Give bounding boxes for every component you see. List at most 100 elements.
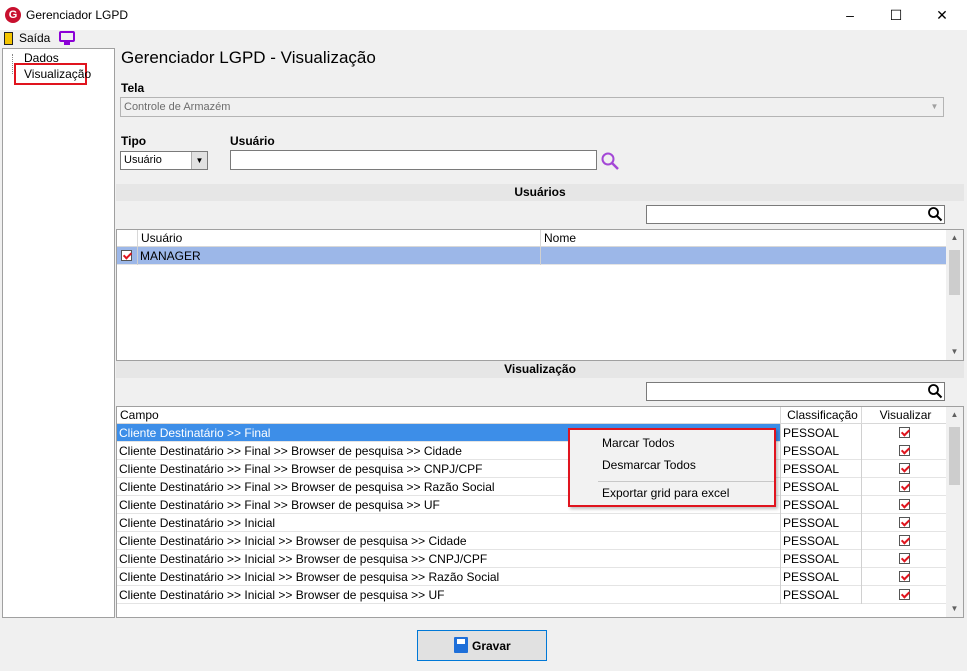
campo-cell[interactable]: Cliente Destinatário >> Inicial >> Brows… bbox=[117, 550, 781, 568]
tree-item-visualizacao[interactable]: Visualização bbox=[14, 63, 91, 85]
tree-connector bbox=[12, 54, 13, 74]
menu-separator bbox=[598, 481, 774, 482]
visualizar-checkbox[interactable] bbox=[862, 532, 946, 550]
table-row[interactable]: Cliente Destinatário >> Final >> Browser… bbox=[117, 496, 946, 514]
nome-cell[interactable] bbox=[541, 247, 946, 265]
visualizar-checkbox[interactable] bbox=[862, 496, 946, 514]
visualizar-checkbox[interactable] bbox=[862, 586, 946, 604]
column-header-visualizar[interactable]: Visualizar bbox=[862, 407, 946, 424]
classificacao-cell[interactable]: PESSOAL bbox=[781, 424, 862, 442]
column-header-classificacao[interactable]: Classificação bbox=[781, 407, 862, 424]
context-menu: Marcar Todos Desmarcar Todos Exportar gr… bbox=[568, 428, 776, 507]
checkbox-checked-icon[interactable] bbox=[898, 481, 910, 492]
checkbox-checked-icon[interactable] bbox=[898, 427, 910, 438]
visualizar-checkbox[interactable] bbox=[862, 424, 946, 442]
exit-door-icon[interactable] bbox=[4, 32, 13, 45]
usuario-input[interactable] bbox=[230, 150, 597, 170]
visualizar-checkbox[interactable] bbox=[862, 514, 946, 532]
classificacao-cell[interactable]: PESSOAL bbox=[781, 460, 862, 478]
campo-cell[interactable]: Cliente Destinatário >> Inicial >> Brows… bbox=[117, 586, 781, 604]
checkbox-checked-icon[interactable] bbox=[898, 499, 910, 510]
scroll-down-icon[interactable]: ▼ bbox=[946, 344, 963, 360]
table-row[interactable]: Cliente Destinatário >> Inicial PESSOAL bbox=[117, 514, 946, 532]
window-title: Gerenciador LGPD bbox=[26, 8, 129, 22]
table-row[interactable]: Cliente Destinatário >> Inicial >> Brows… bbox=[117, 586, 946, 604]
column-header-nome[interactable]: Nome bbox=[541, 230, 946, 247]
usuarios-filter-input[interactable] bbox=[646, 205, 945, 224]
classificacao-cell[interactable]: PESSOAL bbox=[781, 478, 862, 496]
classificacao-cell[interactable]: PESSOAL bbox=[781, 442, 862, 460]
floppy-disk-icon bbox=[454, 637, 468, 653]
maximize-button[interactable]: ☐ bbox=[873, 0, 919, 30]
usuario-cell[interactable]: MANAGER bbox=[138, 247, 541, 265]
checkbox-checked-icon[interactable] bbox=[898, 571, 910, 582]
monitor-stand-icon bbox=[64, 42, 70, 45]
page-title: Gerenciador LGPD - Visualização bbox=[121, 48, 376, 67]
classificacao-cell[interactable]: PESSOAL bbox=[781, 586, 862, 604]
search-icon[interactable] bbox=[927, 206, 943, 222]
campo-cell[interactable]: Cliente Destinatário >> Inicial >> Brows… bbox=[117, 568, 781, 586]
checkbox-checked-icon[interactable] bbox=[898, 517, 910, 528]
checkbox-checked-icon[interactable] bbox=[898, 589, 910, 600]
table-row[interactable]: Cliente Destinatário >> Final PESSOAL bbox=[117, 424, 946, 442]
classificacao-cell[interactable]: PESSOAL bbox=[781, 532, 862, 550]
search-icon[interactable] bbox=[600, 151, 620, 171]
table-row[interactable]: Cliente Destinatário >> Inicial >> Brows… bbox=[117, 550, 946, 568]
table-row[interactable]: Cliente Destinatário >> Final >> Browser… bbox=[117, 478, 946, 496]
visualizacao-grid: Campo Classificação Visualizar Cliente D… bbox=[116, 406, 964, 618]
menu-exit[interactable]: Saída bbox=[19, 31, 50, 45]
column-header-usuario[interactable]: Usuário bbox=[138, 230, 541, 247]
visualizar-checkbox[interactable] bbox=[862, 550, 946, 568]
visualizacao-grid-header: Campo Classificação Visualizar bbox=[117, 407, 946, 424]
table-row[interactable]: Cliente Destinatário >> Final >> Browser… bbox=[117, 442, 946, 460]
table-row[interactable]: Cliente Destinatário >> Inicial >> Brows… bbox=[117, 568, 946, 586]
checkbox-checked-icon[interactable] bbox=[898, 535, 910, 546]
tipo-label: Tipo bbox=[121, 134, 147, 148]
save-button-label[interactable]: Gravar bbox=[472, 639, 511, 653]
app-logo-icon: G bbox=[5, 7, 21, 23]
classificacao-cell[interactable]: PESSOAL bbox=[781, 496, 862, 514]
row-checkbox[interactable] bbox=[117, 247, 138, 265]
menu-item-desmarcar-todos[interactable]: Desmarcar Todos bbox=[602, 458, 696, 472]
campo-cell[interactable]: Cliente Destinatário >> Inicial >> Brows… bbox=[117, 532, 781, 550]
checkbox-column-header bbox=[117, 230, 138, 247]
scroll-down-icon[interactable]: ▼ bbox=[946, 601, 963, 617]
classificacao-cell[interactable]: PESSOAL bbox=[781, 514, 862, 532]
tipo-dropdown-icon[interactable]: ▼ bbox=[191, 152, 207, 169]
tela-select[interactable]: Controle de Armazém bbox=[120, 97, 944, 117]
table-row[interactable]: Cliente Destinatário >> Final >> Browser… bbox=[117, 460, 946, 478]
scroll-thumb[interactable] bbox=[949, 427, 960, 485]
classificacao-cell[interactable]: PESSOAL bbox=[781, 550, 862, 568]
checkbox-checked-icon[interactable] bbox=[898, 553, 910, 564]
tela-label: Tela bbox=[121, 81, 145, 95]
checkbox-checked-icon[interactable] bbox=[898, 463, 910, 474]
visualizacao-section-header: Visualização bbox=[116, 361, 964, 378]
visualizar-checkbox[interactable] bbox=[862, 442, 946, 460]
navigation-tree bbox=[2, 48, 115, 618]
scroll-up-icon[interactable]: ▲ bbox=[946, 230, 963, 246]
classificacao-cell[interactable]: PESSOAL bbox=[781, 568, 862, 586]
search-icon[interactable] bbox=[927, 383, 943, 399]
usuarios-scrollbar[interactable]: ▲ ▼ bbox=[946, 230, 963, 360]
tela-dropdown-icon[interactable]: ▼ bbox=[926, 98, 943, 116]
visualizacao-filter-input[interactable] bbox=[646, 382, 945, 401]
visualizar-checkbox[interactable] bbox=[862, 568, 946, 586]
minimize-button[interactable]: – bbox=[827, 0, 873, 30]
visualizar-checkbox[interactable] bbox=[862, 460, 946, 478]
scroll-thumb[interactable] bbox=[949, 250, 960, 295]
scroll-up-icon[interactable]: ▲ bbox=[946, 407, 963, 423]
campo-cell[interactable]: Cliente Destinatário >> Inicial bbox=[117, 514, 781, 532]
visualizar-checkbox[interactable] bbox=[862, 478, 946, 496]
menu-item-exportar-excel[interactable]: Exportar grid para excel bbox=[602, 486, 729, 500]
menu-bar bbox=[0, 30, 967, 47]
checkbox-checked-icon[interactable] bbox=[898, 445, 910, 456]
title-bar bbox=[0, 0, 967, 30]
usuarios-grid-header: Usuário Nome bbox=[117, 230, 946, 247]
visualizacao-scrollbar[interactable]: ▲ ▼ bbox=[946, 407, 963, 617]
column-header-campo[interactable]: Campo bbox=[117, 407, 781, 424]
menu-item-marcar-todos[interactable]: Marcar Todos bbox=[602, 436, 674, 450]
monitor-icon[interactable] bbox=[59, 31, 75, 42]
table-row[interactable]: Cliente Destinatário >> Inicial >> Brows… bbox=[117, 532, 946, 550]
close-button[interactable]: ✕ bbox=[919, 0, 965, 30]
table-row[interactable]: MANAGER bbox=[117, 247, 946, 265]
